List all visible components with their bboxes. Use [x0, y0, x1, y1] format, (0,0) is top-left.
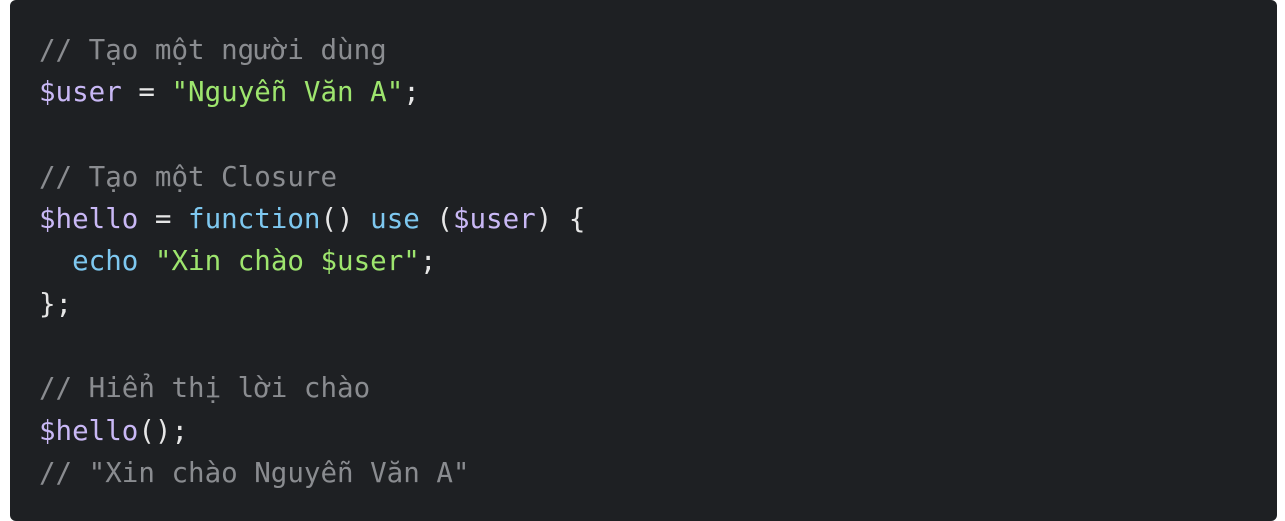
code-token-punc: (); — [138, 414, 189, 447]
code-token-punc — [138, 245, 155, 277]
code-token-punc: ; — [419, 245, 437, 278]
code-token-comment: // Tạo một Closure — [39, 160, 338, 193]
code-token-kw: use — [370, 203, 420, 236]
code-token-punc: () — [320, 203, 371, 236]
code-line: // Tạo một người dùng — [39, 29, 1277, 71]
code-token-kw: echo — [72, 245, 139, 278]
code-token-comment: // Hiển thị lời chào — [39, 372, 371, 405]
code-lines: // Tạo một người dùng $user = "Nguyễn Văn… — [39, 29, 1277, 494]
code-line: $hello = function() use ($user) { — [39, 198, 1277, 240]
code-token-punc — [39, 245, 72, 277]
code-line: $hello(); — [39, 410, 1277, 452]
code-line: // Hiển thị lời chào — [39, 367, 1277, 409]
code-token-kw: function — [188, 203, 321, 236]
code-token-punc: = — [138, 203, 189, 236]
code-token-punc: ( — [419, 203, 453, 236]
code-token-punc: = — [121, 76, 172, 109]
code-token-str: "Xin chào $user" — [154, 245, 420, 278]
code-line: $user = "Nguyễn Văn A"; — [39, 71, 1277, 113]
code-line: // Tạo một Closure — [39, 156, 1277, 198]
code-token-var: $user — [452, 203, 536, 236]
code-token-str: "Nguyễn Văn A" — [171, 76, 404, 109]
code-token-punc: ; — [403, 76, 420, 109]
code-token-var: $hello — [39, 203, 139, 236]
code-token-comment: // "Xin chào Nguyễn Văn A" — [39, 456, 470, 489]
code-token-punc: }; — [39, 287, 73, 320]
code-line: }; — [39, 283, 1277, 325]
code-line: echo "Xin chào $user"; — [39, 240, 1277, 282]
code-token-var: $hello — [39, 414, 139, 447]
code-block: // Tạo một người dùng $user = "Nguyễn Văn… — [10, 0, 1277, 521]
code-token-comment: // Tạo một người dùng — [39, 34, 387, 66]
code-line: // "Xin chào Nguyễn Văn A" — [39, 452, 1277, 494]
code-token-punc: ) { — [535, 203, 586, 236]
code-token-var: $user — [39, 76, 122, 109]
